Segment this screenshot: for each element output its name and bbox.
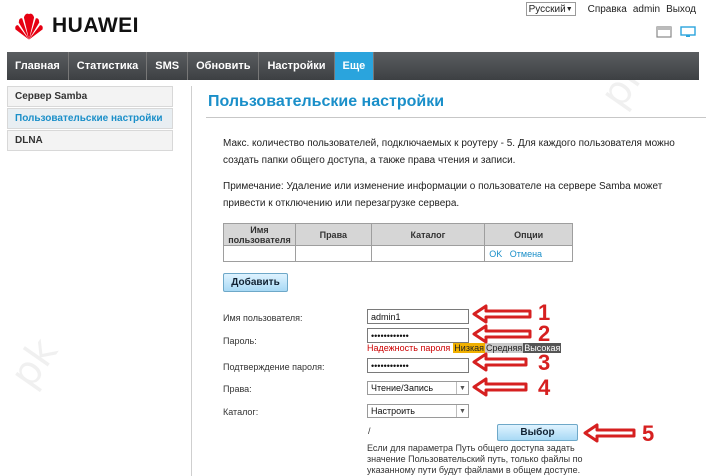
chevron-down-icon: ▼ (565, 5, 573, 13)
title-divider (206, 117, 706, 118)
strength-label: Надежность пароля (367, 343, 451, 353)
huawei-logo: HUAWEI (12, 9, 139, 43)
sidebar: Сервер Samba Пользовательские настройки … (7, 86, 173, 152)
arrow-2-icon (472, 324, 532, 344)
cell-options: OK Отмена (484, 245, 573, 262)
nav-update[interactable]: Обновить (188, 52, 260, 80)
monitor-icon[interactable] (680, 26, 696, 38)
col-rights: Права (294, 223, 372, 246)
divider (191, 86, 192, 476)
rights-label: Права: (223, 384, 252, 394)
cancel-link[interactable]: Отмена (510, 249, 542, 259)
annotation-arrow-5 (583, 423, 636, 443)
logout-link[interactable]: Выход (666, 4, 696, 15)
top-icons (656, 26, 696, 38)
chevron-down-icon: ▼ (456, 405, 468, 417)
sidebar-item-user-settings[interactable]: Пользовательские настройки (7, 108, 173, 129)
brand-name: HUAWEI (52, 14, 139, 37)
col-username: Имя пользователя (223, 223, 296, 246)
username-label: Имя пользователя: (223, 313, 303, 323)
ok-link[interactable]: OK (489, 249, 502, 259)
table-row: OK Отмена (223, 245, 573, 262)
col-folder: Каталог (370, 223, 486, 246)
nav-statistics[interactable]: Статистика (69, 52, 148, 80)
annotation-3: 3 (538, 350, 551, 375)
annotation-arrows (472, 304, 532, 397)
annotation-4: 4 (538, 375, 551, 400)
table-header-row: Имя пользователя Права Каталог Опции (223, 223, 573, 246)
nav-home[interactable]: Главная (7, 52, 69, 80)
users-table: Имя пользователя Права Каталог Опции OK … (223, 223, 573, 262)
cell-rights (294, 245, 372, 262)
confirm-password-input[interactable]: •••••••••••• (367, 358, 469, 373)
main-nav: Главная Статистика SMS Обновить Настройк… (7, 52, 699, 80)
intro-line-1: Макс. количество пользователей, подключа… (223, 138, 675, 149)
cell-username (223, 245, 296, 262)
folder-select[interactable]: Настроить ▼ (367, 404, 469, 418)
user-name: admin (632, 3, 661, 15)
path-value: / (368, 426, 371, 436)
rights-select[interactable]: Чтение/Запись ▼ (367, 381, 469, 395)
select-button[interactable]: Выбор (497, 424, 578, 441)
folder-value: Настроить (371, 406, 415, 416)
note-line-1: Примечание: Удаление или изменение инфор… (223, 181, 663, 192)
help-link[interactable]: Справка (588, 4, 627, 15)
window-icon[interactable] (656, 26, 672, 38)
sidebar-item-dlna[interactable]: DLNA (7, 130, 173, 151)
col-options: Опции (484, 223, 573, 246)
annotation-2: 2 (538, 321, 551, 346)
nav-more[interactable]: Еще (334, 52, 375, 80)
path-note: Если для параметра Путь общего доступа з… (367, 443, 583, 475)
intro-line-2: создать папки общего доступа, а также пр… (223, 155, 516, 166)
folder-label: Каталог: (223, 407, 259, 417)
huawei-logo-icon (15, 13, 43, 40)
rights-value: Чтение/Запись (371, 383, 434, 393)
arrow-1-icon (472, 304, 532, 324)
language-select[interactable]: Русский ▼ (525, 2, 576, 16)
password-input[interactable]: •••••••••••• (367, 328, 469, 343)
nav-settings[interactable]: Настройки (259, 52, 335, 80)
arrow-5-icon (583, 423, 636, 443)
arrow-4-icon (472, 377, 528, 397)
top-links: Русский ▼ Справка admin Выход (525, 2, 696, 16)
password-label: Пароль: (223, 336, 257, 346)
cell-folder (370, 245, 486, 262)
note-line-2: привести к отключению или перезагрузке с… (223, 198, 460, 209)
watermark: pk (1, 329, 68, 397)
arrow-3-icon (472, 352, 528, 372)
sidebar-item-samba[interactable]: Сервер Samba (7, 86, 173, 107)
username-input[interactable]: admin1 (367, 309, 469, 324)
confirm-label: Подтверждение пароля: (223, 362, 325, 372)
chevron-down-icon: ▼ (456, 382, 468, 394)
nav-sms[interactable]: SMS (147, 52, 189, 80)
add-button[interactable]: Добавить (223, 273, 288, 292)
language-value: Русский (528, 3, 566, 15)
page-title: Пользовательские настройки (208, 93, 445, 110)
annotation-5: 5 (642, 421, 655, 446)
